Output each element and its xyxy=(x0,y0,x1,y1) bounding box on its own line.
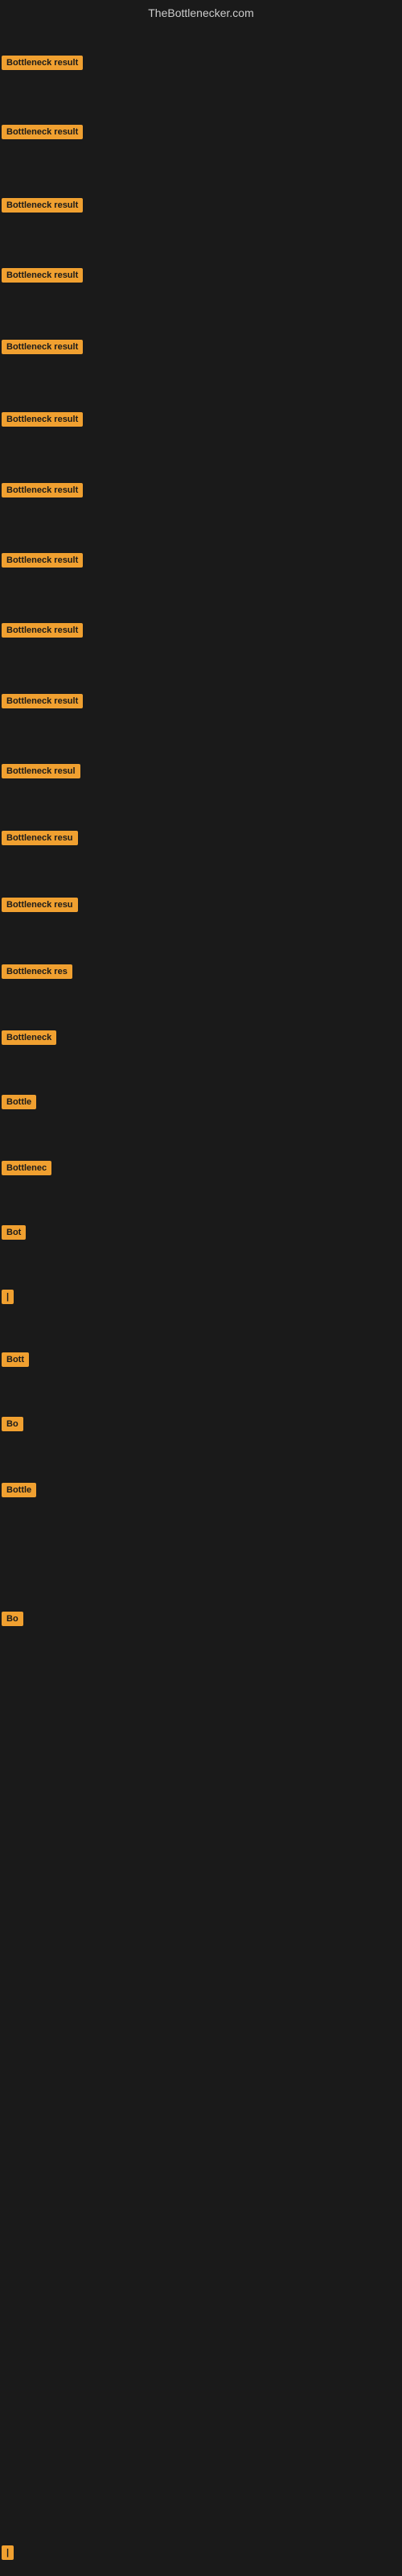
bottleneck-row: Bottleneck result xyxy=(2,56,83,74)
bottleneck-row: Bottleneck result xyxy=(2,340,83,358)
bottleneck-row: Bo xyxy=(2,1417,23,1435)
bottleneck-row: Bottleneck result xyxy=(2,553,83,572)
bottleneck-badge: Bottleneck result xyxy=(2,340,83,354)
bottleneck-row: Bottleneck xyxy=(2,1030,56,1049)
bottleneck-row: | xyxy=(2,1290,14,1308)
bottleneck-badge: Bottleneck result xyxy=(2,694,83,708)
bottleneck-row: Bottleneck res xyxy=(2,964,72,983)
bottleneck-row: Bottlenec xyxy=(2,1161,51,1179)
bottleneck-row: Bottleneck result xyxy=(2,125,83,143)
bottleneck-row: Bottleneck resu xyxy=(2,831,78,849)
bottleneck-badge: Bottlenec xyxy=(2,1161,51,1175)
bottleneck-badge: Bottleneck resu xyxy=(2,831,78,845)
bottleneck-badge: Bottleneck res xyxy=(2,964,72,979)
bottleneck-row: Bottleneck resul xyxy=(2,764,80,782)
bottleneck-row: Bott xyxy=(2,1352,29,1371)
bottleneck-row: Bottleneck resu xyxy=(2,898,78,916)
bottleneck-badge: Bottleneck result xyxy=(2,125,83,139)
bottleneck-badge: Bott xyxy=(2,1352,29,1367)
bottleneck-badge: Bottleneck xyxy=(2,1030,56,1045)
bottleneck-badge: Bot xyxy=(2,1225,26,1240)
bottleneck-row: Bottleneck result xyxy=(2,694,83,712)
bottleneck-row: Bottleneck result xyxy=(2,483,83,502)
site-title: TheBottlenecker.com xyxy=(0,0,402,26)
bottleneck-badge: Bo xyxy=(2,1612,23,1626)
bottleneck-row: Bottle xyxy=(2,1483,36,1501)
bottleneck-row: Bottle xyxy=(2,1095,36,1113)
bottleneck-badge: Bottleneck result xyxy=(2,483,83,497)
bottleneck-badge: Bottleneck result xyxy=(2,198,83,213)
bottleneck-row: Bottleneck result xyxy=(2,412,83,431)
bottleneck-badge: Bottle xyxy=(2,1483,36,1497)
bottleneck-row: Bottleneck result xyxy=(2,623,83,642)
bottleneck-row: Bot xyxy=(2,1225,26,1244)
bottleneck-badge: Bottleneck result xyxy=(2,412,83,427)
bottleneck-badge: | xyxy=(2,1290,14,1304)
bottleneck-badge: Bottleneck resu xyxy=(2,898,78,912)
bottleneck-badge: Bottleneck result xyxy=(2,268,83,283)
bottleneck-badge: | xyxy=(2,2545,14,2560)
bottleneck-badge: Bottleneck resul xyxy=(2,764,80,778)
bottleneck-row: | xyxy=(2,2545,14,2564)
bottleneck-badge: Bottle xyxy=(2,1095,36,1109)
bottleneck-badge: Bottleneck result xyxy=(2,623,83,638)
bottleneck-row: Bottleneck result xyxy=(2,198,83,217)
bottleneck-row: Bo xyxy=(2,1612,23,1630)
bottleneck-badge: Bottleneck result xyxy=(2,56,83,70)
bottleneck-row: Bottleneck result xyxy=(2,268,83,287)
bottleneck-badge: Bo xyxy=(2,1417,23,1431)
bottleneck-badge: Bottleneck result xyxy=(2,553,83,568)
